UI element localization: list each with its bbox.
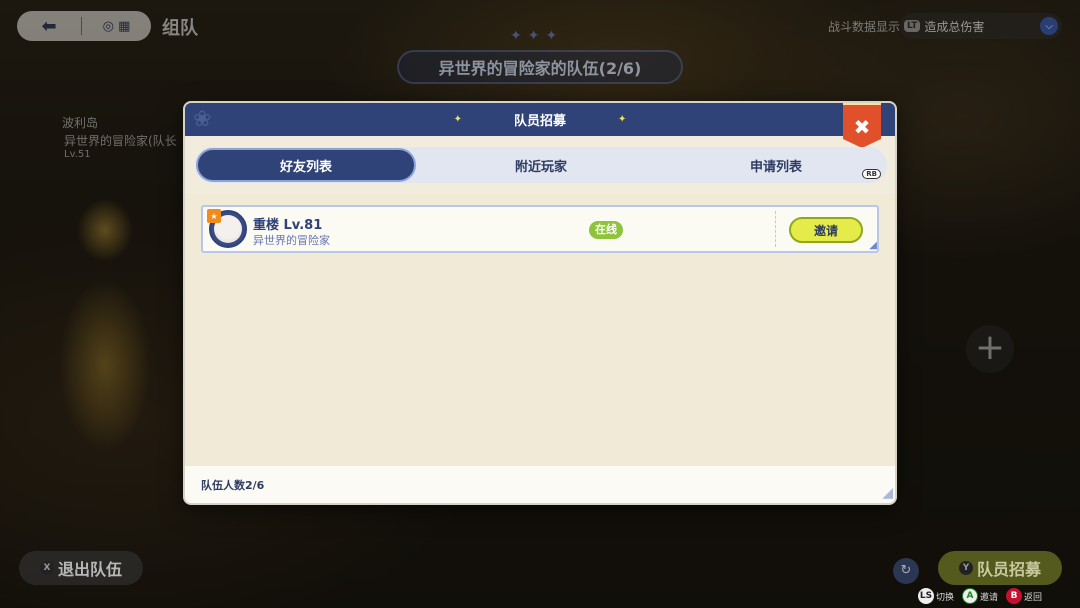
menu-grid-icon[interactable]: ◎ ▦ (82, 19, 151, 34)
recruit-button[interactable]: Y 队员招募 (938, 551, 1062, 585)
battle-data-label: 战斗数据显示 (828, 20, 901, 34)
row-divider (775, 211, 776, 247)
friend-title: 异世界的冒险家 (253, 234, 330, 247)
y-key-icon: Y (958, 561, 973, 575)
refresh-icon[interactable]: ↻ (893, 558, 919, 584)
team-banner: 异世界的冒险家的队伍(2/6) (397, 50, 683, 84)
invite-button[interactable]: 邀请 (789, 217, 863, 243)
b-key-icon: B (1006, 588, 1023, 604)
recruit-dialog: ❀ ✦ 队员招募 ✦ ✖ 好友列表 附近玩家 申请列表 RB ★ 重楼 Lv.8… (185, 103, 895, 503)
dialog-footer: 队伍人数2/6 ◢ (185, 466, 895, 503)
close-icon: ✖ (853, 114, 871, 139)
tab-nearby[interactable]: 附近玩家 (416, 148, 666, 182)
damage-display-select[interactable]: LT 造成总伤害 ⌵ (900, 13, 1062, 39)
dialog-title: 队员招募 (513, 114, 566, 129)
status-badge: 在线 (589, 221, 623, 239)
nav-pill[interactable]: ⬅ ◎ ▦ (17, 11, 151, 41)
exit-team-button[interactable]: X 退出队伍 (19, 551, 143, 585)
member-name: 异世界的冒险家(队长 (64, 134, 177, 148)
sparkle-left-icon: ✦ (453, 114, 462, 125)
hint-switch-label: 切换 (936, 592, 955, 603)
star-decoration-icon: ✦✦✦ (510, 28, 564, 44)
rb-key-icon: RB (862, 169, 881, 179)
character-model (30, 195, 180, 505)
hint-invite: A 邀请 (962, 588, 998, 604)
a-key-icon: A (962, 588, 979, 604)
dialog-tabs: 好友列表 附近玩家 申请列表 RB (195, 147, 887, 183)
member-location: 波利岛 (62, 116, 99, 130)
hint-back: B 返回 (1006, 588, 1042, 604)
friend-name: 重楼 Lv.81 (253, 218, 323, 233)
controller-hints: LS 切换 A 邀请 B 返回 (918, 588, 1042, 604)
flower-decoration-icon: ❀ (193, 107, 212, 132)
member-level: Lv.51 (64, 149, 91, 160)
tab-friends[interactable]: 好友列表 (196, 148, 416, 182)
hint-invite-label: 邀请 (980, 592, 999, 603)
corner-deco-icon: ◢ (869, 240, 877, 251)
add-member-button[interactable]: + (966, 325, 1014, 373)
exit-team-label: 退出队伍 (57, 560, 122, 579)
sparkle-right-icon: ✦ (618, 114, 627, 125)
hint-back-label: 返回 (1024, 592, 1043, 603)
page-title: 组队 (162, 18, 198, 39)
damage-option-label: 造成总伤害 (924, 19, 985, 34)
dialog-header: ❀ ✦ 队员招募 ✦ (185, 103, 895, 136)
tab-applications[interactable]: 申请列表 (666, 148, 886, 182)
friend-avatar-wrap: ★ (207, 209, 247, 248)
back-arrow-icon[interactable]: ⬅ (17, 16, 81, 37)
rank-badge-icon: ★ (207, 209, 221, 223)
ls-key-icon: LS (918, 588, 934, 604)
close-button[interactable]: ✖ (843, 103, 881, 148)
team-count: 队伍人数2/6 (201, 478, 265, 492)
lt-key-icon: LT (904, 20, 921, 32)
hint-switch: LS 切换 (918, 588, 954, 604)
x-key-icon: X (39, 561, 54, 575)
chevron-down-icon: ⌵ (1040, 17, 1058, 35)
recruit-label: 队员招募 (976, 560, 1041, 579)
list-item[interactable]: ★ 重楼 Lv.81 异世界的冒险家 在线 邀请 ◢ (201, 205, 879, 253)
footer-corner-icon: ◢ (882, 485, 893, 501)
